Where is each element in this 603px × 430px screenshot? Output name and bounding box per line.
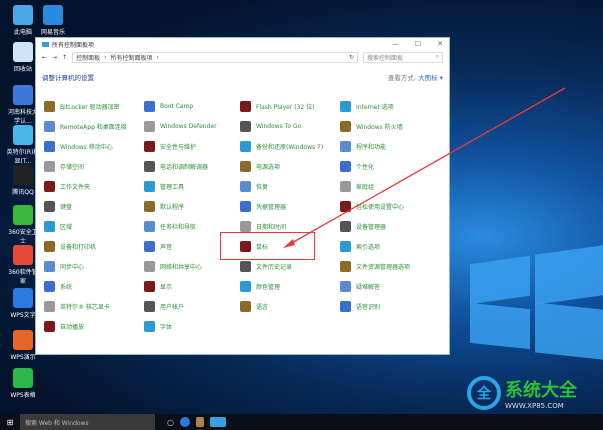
browser-icon[interactable] — [179, 417, 190, 427]
annotation-arrow — [283, 87, 566, 248]
task-view-icon[interactable]: ○ — [167, 418, 174, 427]
user-app-icon[interactable] — [195, 417, 204, 427]
watermark-logo: 全 系统大全 WWW.XP85.COM — [467, 376, 577, 410]
start-button[interactable]: ⊞ — [0, 418, 20, 427]
watermark-url: WWW.XP85.COM — [505, 402, 564, 410]
taskbar-search[interactable]: 搜索 Web 和 Windows — [20, 414, 155, 430]
watermark-emblem: 全 — [467, 376, 501, 410]
watermark-name: 系统大全 — [505, 380, 577, 401]
control-panel-taskbar-icon[interactable] — [209, 417, 226, 427]
taskbar: ⊞ 搜索 Web 和 Windows ○ — [0, 414, 603, 430]
